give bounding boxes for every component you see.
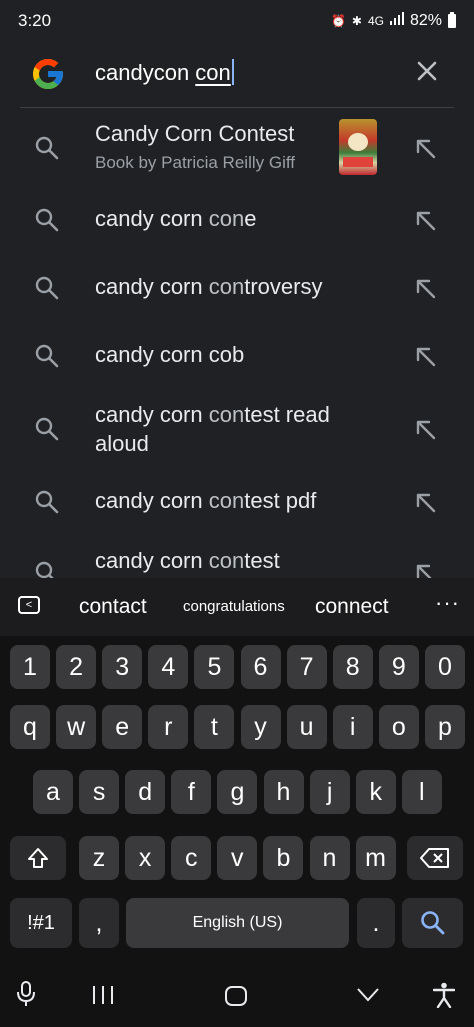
suggestion-text-prefix: candy corn (95, 548, 209, 573)
key-j[interactable]: j (309, 770, 350, 814)
key-7[interactable]: 7 (286, 645, 327, 689)
search-input[interactable]: candycon con (95, 59, 234, 86)
key-6[interactable]: 6 (240, 645, 281, 689)
key-k[interactable]: k (355, 770, 396, 814)
alarm-icon: ⏰ (330, 13, 346, 28)
query-text: candycon (95, 60, 196, 85)
search-bar: candycon con (0, 44, 474, 108)
prediction-word[interactable]: contact (79, 595, 147, 619)
search-icon (420, 911, 444, 935)
key-p[interactable]: p (424, 705, 465, 749)
suggestion-item[interactable]: candy corn contest (0, 108, 474, 578)
status-icons: ⏰ ✱ 4G 82% (331, 11, 456, 30)
key-w[interactable]: w (56, 705, 97, 749)
prediction-word[interactable]: congratulations (183, 598, 285, 615)
key-s[interactable]: s (79, 770, 120, 814)
status-bar: 3:20 ⏰ ✱ 4G 82% (0, 0, 474, 44)
search-icon (35, 561, 54, 578)
key-c[interactable]: c (171, 836, 212, 880)
backspace-key[interactable] (407, 836, 463, 880)
navigation-bar (0, 960, 474, 1027)
search-action-key[interactable] (402, 898, 463, 948)
recent-apps-icon[interactable] (92, 986, 114, 1004)
key-4[interactable]: 4 (148, 645, 189, 689)
key-f[interactable]: f (171, 770, 212, 814)
key-0[interactable]: 0 (424, 645, 465, 689)
key-a[interactable]: a (33, 770, 73, 814)
more-options-icon[interactable]: ··· (435, 590, 460, 616)
suggestion-text-match: con (208, 548, 245, 573)
bluetooth-icon: ✱ (351, 13, 362, 28)
status-time: 3:20 (18, 11, 52, 30)
suggestion-text: candy corn contest (95, 546, 370, 575)
key-t[interactable]: t (194, 705, 235, 749)
key-l[interactable]: l (401, 770, 442, 814)
backspace-icon (420, 848, 449, 868)
key-r[interactable]: r (148, 705, 189, 749)
key-e[interactable]: e (102, 705, 143, 749)
symbols-key[interactable]: !#1 (10, 898, 72, 948)
fill-query-arrow-icon[interactable] (414, 562, 438, 578)
period-key[interactable]: . (357, 898, 395, 948)
suggestion-list: Candy Corn Contest Book by Patricia Reill… (0, 108, 474, 578)
comma-key[interactable]: , (79, 898, 119, 948)
key-z[interactable]: z (79, 836, 119, 880)
key-8[interactable]: 8 (332, 645, 373, 689)
key-5[interactable]: 5 (194, 645, 235, 689)
accessibility-icon[interactable] (433, 982, 455, 1008)
key-d[interactable]: d (125, 770, 166, 814)
suggestion-text-suffix: test (244, 548, 280, 573)
keyboard-toolbar-back-icon[interactable]: < (18, 596, 40, 614)
key-9[interactable]: 9 (378, 645, 419, 689)
battery-percent: 82% (409, 11, 442, 29)
shift-icon (28, 848, 48, 868)
signal-icon (389, 11, 404, 30)
key-3[interactable]: 3 (102, 645, 143, 689)
google-logo-icon[interactable] (30, 56, 66, 92)
prediction-bar: < contact congratulations connect ··· (0, 578, 474, 636)
key-1[interactable]: 1 (10, 645, 50, 689)
key-h[interactable]: h (263, 770, 304, 814)
key-i[interactable]: i (332, 705, 373, 749)
battery-icon (448, 11, 456, 28)
space-key[interactable]: English (US) (126, 898, 349, 948)
key-b[interactable]: b (263, 836, 304, 880)
key-o[interactable]: o (378, 705, 419, 749)
key-g[interactable]: g (217, 770, 258, 814)
key-m[interactable]: m (355, 836, 396, 880)
key-n[interactable]: n (309, 836, 350, 880)
clear-icon[interactable] (412, 56, 442, 86)
key-2[interactable]: 2 (56, 645, 97, 689)
shift-key[interactable] (10, 836, 66, 880)
key-u[interactable]: u (286, 705, 327, 749)
microphone-icon[interactable] (16, 980, 36, 1008)
key-y[interactable]: y (240, 705, 281, 749)
network-label: 4G (367, 13, 384, 28)
key-q[interactable]: q (10, 705, 50, 749)
home-icon[interactable] (225, 986, 247, 1006)
key-v[interactable]: v (217, 836, 258, 880)
key-x[interactable]: x (125, 836, 166, 880)
query-composing-text: con (195, 60, 231, 85)
hide-keyboard-chevron-icon[interactable] (357, 988, 379, 1002)
text-cursor (231, 59, 234, 85)
prediction-word[interactable]: connect (315, 595, 389, 619)
